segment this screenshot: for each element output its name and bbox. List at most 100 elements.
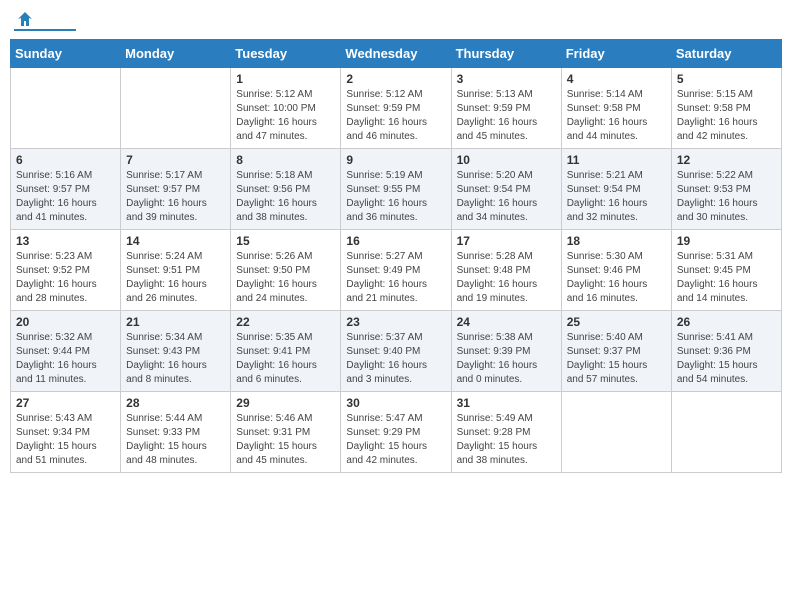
day-number-11: 11 [567,153,666,167]
day-cell-10: 10Sunrise: 5:20 AM Sunset: 9:54 PM Dayli… [451,149,561,230]
day-number-30: 30 [346,396,445,410]
calendar-table: SundayMondayTuesdayWednesdayThursdayFrid… [10,39,782,473]
day-info-18: Sunrise: 5:30 AM Sunset: 9:46 PM Dayligh… [567,250,666,306]
day-number-22: 22 [236,315,335,329]
day-number-2: 2 [346,72,445,86]
header-tuesday: Tuesday [231,40,341,68]
day-number-6: 6 [16,153,115,167]
empty-cell [121,68,231,149]
day-info-28: Sunrise: 5:44 AM Sunset: 9:33 PM Dayligh… [126,412,225,468]
day-info-26: Sunrise: 5:41 AM Sunset: 9:36 PM Dayligh… [677,331,776,387]
day-cell-31: 31 Sunrise: 5:49 AM Sunset: 9:28 PM Dayli… [451,392,561,473]
day-info-15: Sunrise: 5:26 AM Sunset: 9:50 PM Dayligh… [236,250,335,306]
day-cell-7: 7 Sunrise: 5:17 AM Sunset: 9:57 PM Daylig… [121,149,231,230]
day-number-15: 15 [236,234,335,248]
day-number-28: 28 [126,396,225,410]
empty-cell [561,392,671,473]
day-number-8: 8 [236,153,335,167]
day-info-6: Sunrise: 5:16 AM Sunset: 9:57 PM Dayligh… [16,169,115,225]
day-number-16: 16 [346,234,445,248]
week-row-4: 20 Sunrise: 5:32 AM Sunset: 9:44 PM Dayli… [11,311,782,392]
day-info-9: Sunrise: 5:19 AM Sunset: 9:55 PM Dayligh… [346,169,445,225]
header-friday: Friday [561,40,671,68]
day-number-9: 9 [346,153,445,167]
day-number-18: 18 [567,234,666,248]
week-row-3: 13 Sunrise: 5:23 AM Sunset: 9:52 PM Dayli… [11,230,782,311]
day-cell-9: 9 Sunrise: 5:19 AM Sunset: 9:55 PM Daylig… [341,149,451,230]
day-number-3: 3 [457,72,556,86]
day-info-29: Sunrise: 5:46 AM Sunset: 9:31 PM Dayligh… [236,412,335,468]
day-number-20: 20 [16,315,115,329]
day-cell-29: 29 Sunrise: 5:46 AM Sunset: 9:31 PM Dayli… [231,392,341,473]
day-info-22: Sunrise: 5:35 AM Sunset: 9:41 PM Dayligh… [236,331,335,387]
day-info-2: Sunrise: 5:12 AM Sunset: 9:59 PM Dayligh… [346,88,445,144]
day-number-21: 21 [126,315,225,329]
header-wednesday: Wednesday [341,40,451,68]
day-cell-21: 21 Sunrise: 5:34 AM Sunset: 9:43 PM Dayli… [121,311,231,392]
weekday-header-row: SundayMondayTuesdayWednesdayThursdayFrid… [11,40,782,68]
week-row-5: 27 Sunrise: 5:43 AM Sunset: 9:34 PM Dayli… [11,392,782,473]
day-info-25: Sunrise: 5:40 AM Sunset: 9:37 PM Dayligh… [567,331,666,387]
day-cell-26: 26 Sunrise: 5:41 AM Sunset: 9:36 PM Dayli… [671,311,781,392]
day-info-27: Sunrise: 5:43 AM Sunset: 9:34 PM Dayligh… [16,412,115,468]
week-row-1: 1Sunrise: 5:12 AM Sunset: 10:00 PM Dayli… [11,68,782,149]
logo-bird-icon [16,10,34,28]
day-number-25: 25 [567,315,666,329]
day-cell-28: 28 Sunrise: 5:44 AM Sunset: 9:33 PM Dayli… [121,392,231,473]
day-number-29: 29 [236,396,335,410]
day-info-4: Sunrise: 5:14 AM Sunset: 9:58 PM Dayligh… [567,88,666,144]
day-number-7: 7 [126,153,225,167]
day-info-5: Sunrise: 5:15 AM Sunset: 9:58 PM Dayligh… [677,88,776,144]
day-info-21: Sunrise: 5:34 AM Sunset: 9:43 PM Dayligh… [126,331,225,387]
day-number-23: 23 [346,315,445,329]
day-number-5: 5 [677,72,776,86]
day-number-31: 31 [457,396,556,410]
day-cell-11: 11 Sunrise: 5:21 AM Sunset: 9:54 PM Dayli… [561,149,671,230]
page-header [10,10,782,31]
day-cell-2: 2 Sunrise: 5:12 AM Sunset: 9:59 PM Daylig… [341,68,451,149]
logo-underline [14,29,76,31]
day-info-20: Sunrise: 5:32 AM Sunset: 9:44 PM Dayligh… [16,331,115,387]
day-number-12: 12 [677,153,776,167]
day-number-13: 13 [16,234,115,248]
logo [14,10,76,31]
day-cell-24: 24 Sunrise: 5:38 AM Sunset: 9:39 PM Dayli… [451,311,561,392]
header-thursday: Thursday [451,40,561,68]
day-number-14: 14 [126,234,225,248]
day-cell-20: 20 Sunrise: 5:32 AM Sunset: 9:44 PM Dayli… [11,311,121,392]
day-info-31: Sunrise: 5:49 AM Sunset: 9:28 PM Dayligh… [457,412,556,468]
header-saturday: Saturday [671,40,781,68]
empty-cell [11,68,121,149]
day-number-19: 19 [677,234,776,248]
day-info-1: Sunrise: 5:12 AM Sunset: 10:00 PM Daylig… [236,88,335,144]
day-number-10: 10 [457,153,556,167]
day-cell-4: 4Sunrise: 5:14 AM Sunset: 9:58 PM Daylig… [561,68,671,149]
day-info-8: Sunrise: 5:18 AM Sunset: 9:56 PM Dayligh… [236,169,335,225]
day-info-3: Sunrise: 5:13 AM Sunset: 9:59 PM Dayligh… [457,88,556,144]
day-info-19: Sunrise: 5:31 AM Sunset: 9:45 PM Dayligh… [677,250,776,306]
day-cell-25: 25 Sunrise: 5:40 AM Sunset: 9:37 PM Dayli… [561,311,671,392]
day-cell-19: 19 Sunrise: 5:31 AM Sunset: 9:45 PM Dayli… [671,230,781,311]
day-cell-17: 17Sunrise: 5:28 AM Sunset: 9:48 PM Dayli… [451,230,561,311]
day-number-27: 27 [16,396,115,410]
day-info-16: Sunrise: 5:27 AM Sunset: 9:49 PM Dayligh… [346,250,445,306]
day-cell-6: 6 Sunrise: 5:16 AM Sunset: 9:57 PM Daylig… [11,149,121,230]
day-info-7: Sunrise: 5:17 AM Sunset: 9:57 PM Dayligh… [126,169,225,225]
day-info-12: Sunrise: 5:22 AM Sunset: 9:53 PM Dayligh… [677,169,776,225]
day-cell-23: 23 Sunrise: 5:37 AM Sunset: 9:40 PM Dayli… [341,311,451,392]
day-number-26: 26 [677,315,776,329]
header-monday: Monday [121,40,231,68]
day-number-24: 24 [457,315,556,329]
day-info-14: Sunrise: 5:24 AM Sunset: 9:51 PM Dayligh… [126,250,225,306]
day-cell-16: 16 Sunrise: 5:27 AM Sunset: 9:49 PM Dayli… [341,230,451,311]
day-info-17: Sunrise: 5:28 AM Sunset: 9:48 PM Dayligh… [457,250,556,306]
day-info-11: Sunrise: 5:21 AM Sunset: 9:54 PM Dayligh… [567,169,666,225]
empty-cell [671,392,781,473]
day-info-24: Sunrise: 5:38 AM Sunset: 9:39 PM Dayligh… [457,331,556,387]
day-info-30: Sunrise: 5:47 AM Sunset: 9:29 PM Dayligh… [346,412,445,468]
day-cell-18: 18 Sunrise: 5:30 AM Sunset: 9:46 PM Dayli… [561,230,671,311]
day-info-23: Sunrise: 5:37 AM Sunset: 9:40 PM Dayligh… [346,331,445,387]
day-cell-27: 27 Sunrise: 5:43 AM Sunset: 9:34 PM Dayli… [11,392,121,473]
day-info-13: Sunrise: 5:23 AM Sunset: 9:52 PM Dayligh… [16,250,115,306]
day-cell-22: 22 Sunrise: 5:35 AM Sunset: 9:41 PM Dayli… [231,311,341,392]
